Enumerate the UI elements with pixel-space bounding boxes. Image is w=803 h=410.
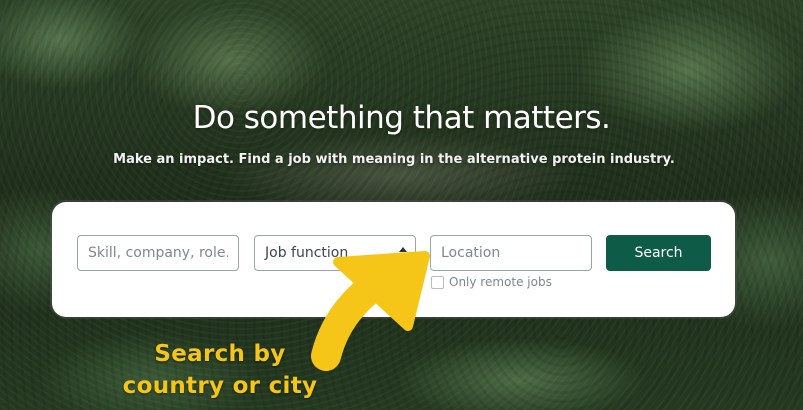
remote-jobs-option[interactable]: Only remote jobs bbox=[431, 274, 552, 290]
location-input[interactable] bbox=[430, 235, 592, 271]
search-button[interactable]: Search bbox=[606, 235, 711, 271]
annotation-text: Search by country or city bbox=[100, 338, 340, 402]
remote-jobs-checkbox[interactable] bbox=[431, 275, 444, 289]
sort-arrows-icon bbox=[399, 245, 407, 261]
hero-title: Do something that matters. bbox=[192, 100, 611, 136]
annotation-line-2: country or city bbox=[122, 373, 318, 399]
skill-search-input[interactable] bbox=[77, 235, 239, 271]
hero-subtitle: Make an impact. Find a job with meaning … bbox=[113, 152, 675, 167]
remote-jobs-label: Only remote jobs bbox=[449, 275, 552, 289]
job-function-select[interactable]: Job function bbox=[254, 235, 416, 271]
annotation-line-1: Search by bbox=[154, 341, 286, 367]
job-function-value: Job function bbox=[265, 245, 349, 261]
